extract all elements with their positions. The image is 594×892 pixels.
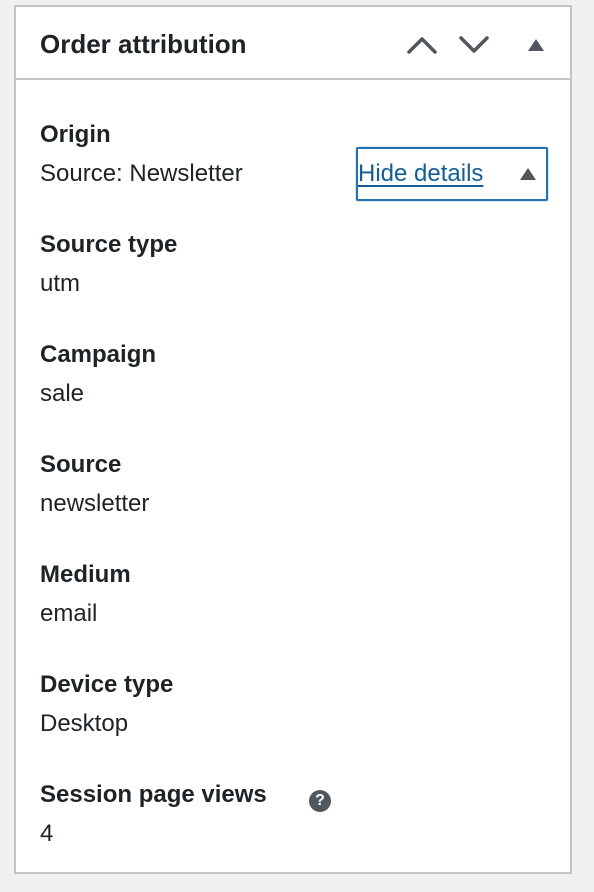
question-mark-icon[interactable]: ? <box>309 790 331 812</box>
medium-value: email <box>40 600 98 627</box>
device-type-label: Device type <box>40 671 174 698</box>
move-down-button[interactable] <box>454 25 494 65</box>
source-type-label: Source type <box>40 231 178 258</box>
device-type-value: Desktop <box>40 710 129 737</box>
session-page-views-label: Session page views <box>40 781 267 808</box>
source-value: newsletter <box>40 490 150 517</box>
triangle-up-icon <box>528 39 544 51</box>
triangle-up-icon <box>520 168 536 180</box>
order-attribution-panel: Order attribution Origin Source: Newslet… <box>14 5 572 874</box>
session-page-views-value: 4 <box>40 820 54 847</box>
campaign-value: sale <box>40 380 85 407</box>
chevron-up-icon <box>407 37 437 54</box>
hide-details-button[interactable]: Hide details <box>356 147 548 201</box>
panel-header: Order attribution <box>16 7 570 80</box>
medium-label: Medium <box>40 561 131 588</box>
toggle-panel-button[interactable] <box>516 25 556 65</box>
campaign-label: Campaign <box>40 341 157 368</box>
source-label: Source <box>40 451 122 478</box>
source-type-value: utm <box>40 270 81 297</box>
chevron-down-icon <box>459 36 489 53</box>
hide-details-link[interactable]: Hide details <box>358 159 483 189</box>
origin-value: Source: Newsletter <box>40 160 243 187</box>
panel-title: Order attribution <box>40 29 247 59</box>
origin-label: Origin <box>40 121 111 148</box>
move-up-button[interactable] <box>402 25 442 65</box>
